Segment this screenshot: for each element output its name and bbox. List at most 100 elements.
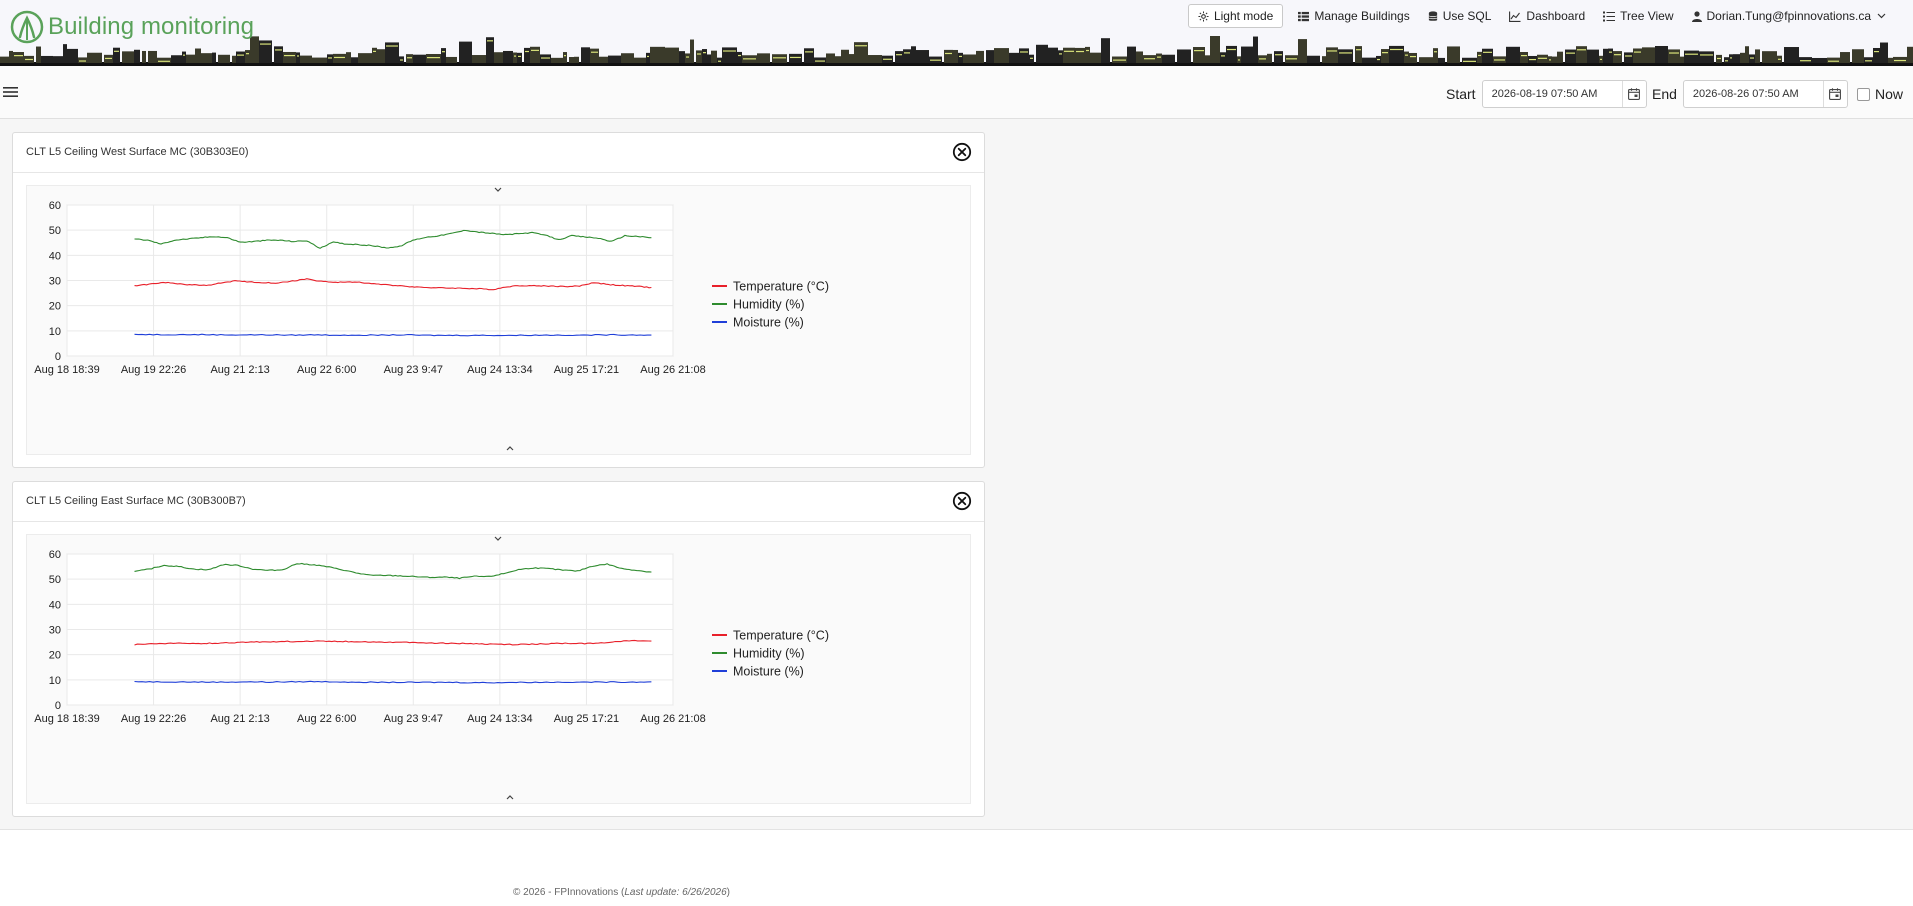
skyline-window	[1800, 60, 1811, 62]
chevron-up-icon[interactable]	[504, 793, 516, 801]
skyline-building	[1608, 48, 1613, 63]
skyline-building	[1680, 56, 1684, 63]
skyline-building	[1226, 45, 1237, 63]
end-calendar-button[interactable]	[1822, 81, 1847, 107]
skyline-building	[696, 50, 702, 63]
x-tick-label: Aug 21 2:13	[210, 713, 269, 725]
skyline-building	[142, 50, 146, 63]
skyline-building	[1063, 47, 1075, 63]
skyline-building	[1127, 46, 1136, 63]
skyline-building	[426, 53, 441, 63]
skyline-building	[849, 54, 854, 63]
skyline-building	[63, 44, 67, 63]
chart-line-icon	[1509, 11, 1521, 22]
panel-header: CLT L5 Ceiling West Surface MC (30B303E0…	[13, 133, 984, 173]
use-sql-label: Use SQL	[1442, 9, 1492, 23]
skyline-building	[804, 48, 814, 63]
skyline-window	[1725, 60, 1728, 62]
hamburger-menu-icon[interactable]	[3, 84, 19, 100]
y-tick-label: 10	[49, 326, 61, 338]
skyline-building	[148, 50, 157, 63]
now-toggle[interactable]: Now	[1857, 86, 1903, 102]
use-sql-link[interactable]: Use SQL	[1419, 4, 1501, 28]
brand[interactable]: Building monitoring	[10, 10, 254, 44]
close-circle-icon[interactable]	[952, 491, 972, 511]
skyline-building	[351, 57, 358, 63]
skyline-building	[1210, 36, 1220, 63]
footer-area	[0, 829, 1913, 906]
skyline-building	[236, 51, 245, 63]
skyline-building	[1633, 48, 1642, 63]
close-circle-icon[interactable]	[952, 142, 972, 162]
end-date-picker	[1682, 80, 1848, 108]
manage-buildings-link[interactable]: Manage Buildings	[1289, 4, 1418, 28]
end-date-input[interactable]	[1692, 88, 1823, 100]
skyline-window	[1577, 49, 1586, 51]
skyline-window	[114, 50, 119, 52]
skyline-building	[441, 48, 446, 63]
now-checkbox[interactable]	[1857, 87, 1870, 101]
y-tick-label: 50	[49, 225, 61, 237]
skyline-building	[551, 57, 563, 63]
tree-view-link[interactable]: Tree View	[1594, 4, 1682, 28]
skyline-building	[1506, 46, 1520, 63]
skyline-building	[1326, 47, 1338, 63]
light-mode-button[interactable]: Light mode	[1187, 4, 1284, 28]
skyline-building	[134, 49, 140, 63]
skyline-window	[1194, 50, 1204, 52]
skyline-building	[1447, 46, 1460, 63]
skyline-window	[1144, 58, 1155, 60]
skyline-window	[1059, 53, 1062, 55]
skyline-building	[201, 53, 212, 63]
skyline-building	[413, 54, 426, 63]
skyline-window	[738, 54, 741, 57]
chevron-up-icon[interactable]	[504, 444, 516, 452]
skyline-building	[1274, 51, 1283, 63]
dashboard-link[interactable]: Dashboard	[1500, 4, 1594, 28]
skyline-window	[743, 58, 756, 60]
start-date-input[interactable]	[1491, 88, 1622, 100]
user-menu[interactable]: Dorian.Tung@fpinnovations.ca	[1683, 4, 1896, 28]
skyline-building	[665, 47, 679, 63]
calendar-icon	[1628, 88, 1641, 100]
panel-title: CLT L5 Ceiling East Surface MC (30B300B7…	[26, 495, 246, 507]
x-tick-label: Aug 24 13:34	[467, 713, 532, 725]
start-calendar-button[interactable]	[1621, 81, 1646, 107]
skyline-window	[1529, 58, 1536, 61]
skyline-building	[1745, 46, 1749, 63]
skyline-window	[1377, 58, 1380, 61]
skyline-window	[1549, 59, 1551, 61]
skyline-window	[1828, 60, 1839, 62]
chevron-down-icon	[1877, 13, 1886, 19]
list-icon	[1603, 11, 1616, 21]
x-tick-label: Aug 21 2:13	[210, 364, 269, 376]
skyline-window	[1521, 54, 1527, 57]
skyline-window	[260, 43, 271, 45]
skyline-building	[36, 46, 41, 63]
skyline-window	[246, 53, 249, 55]
skyline-building	[1477, 51, 1482, 63]
skyline-building	[459, 41, 472, 63]
skyline-building	[232, 55, 236, 63]
line-chart: 0 10 20 30 40 50 60 Aug 18 18:39 Aug 19 22:26 Aug…	[34, 549, 829, 725]
skyline-building	[513, 52, 517, 63]
skyline-window	[1356, 49, 1361, 51]
skyline-window	[1390, 48, 1403, 51]
end-date-group: End	[1652, 80, 1848, 108]
x-tick-label: Aug 26 21:08	[640, 364, 705, 376]
skyline-window	[790, 56, 801, 59]
skyline-building	[1699, 51, 1714, 63]
skyline-window	[1030, 57, 1033, 59]
skyline-window	[1478, 54, 1481, 57]
skyline-building	[245, 50, 250, 63]
skyline-window	[904, 52, 910, 54]
skyline-window	[1434, 51, 1437, 53]
skyline-building	[1668, 49, 1680, 63]
app-header: Building monitoring Light mode Manage Bu…	[0, 0, 1913, 66]
skyline-building	[1009, 52, 1019, 63]
skyline-building	[1253, 36, 1258, 63]
skyline-building	[346, 52, 351, 63]
skyline-building	[1624, 52, 1633, 63]
x-tick-label: Aug 18 18:39	[34, 713, 99, 725]
y-tick-label: 20	[49, 650, 61, 662]
